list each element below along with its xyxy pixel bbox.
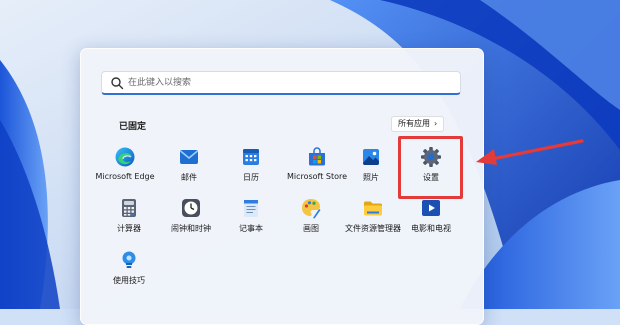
app-tile-mail[interactable]: 邮件 [159, 146, 219, 192]
app-tile-notepad[interactable]: 记事本 [221, 197, 281, 243]
all-apps-label: 所有应用 [398, 119, 430, 128]
app-label: Microsoft Edge [95, 172, 155, 181]
folder-icon [364, 201, 382, 216]
app-label: 画图 [303, 224, 319, 233]
search-box[interactable] [101, 71, 461, 95]
app-tile-photos[interactable]: 照片 [341, 146, 401, 192]
app-tile-file-explorer[interactable]: 文件资源管理器 [337, 197, 409, 243]
movies-icon [422, 200, 440, 216]
mail-icon [179, 150, 199, 164]
search-icon [111, 77, 124, 90]
clock-icon [182, 199, 200, 217]
app-label: 文件资源管理器 [345, 224, 401, 233]
app-tile-edge[interactable]: Microsoft Edge [95, 146, 155, 192]
edge-icon [115, 147, 135, 167]
annotation-arrow-icon [476, 139, 584, 165]
app-label: 使用技巧 [113, 276, 145, 285]
chevron-right-icon: › [434, 119, 438, 128]
calculator-icon [122, 199, 136, 217]
app-tile-clock[interactable]: 闹钟和时钟 [161, 197, 221, 243]
app-label: 日历 [243, 173, 259, 182]
app-label: 记事本 [239, 224, 263, 233]
app-tile-tips[interactable]: 使用技巧 [99, 249, 159, 295]
tips-icon [122, 251, 136, 268]
app-tile-paint[interactable]: 画图 [281, 197, 341, 243]
app-label: 照片 [363, 173, 379, 182]
highlight-box-settings [398, 136, 463, 199]
pinned-section-title: 已固定 [119, 122, 147, 132]
app-label: 闹钟和时钟 [171, 224, 211, 233]
search-input[interactable] [128, 74, 448, 92]
app-tile-calendar[interactable]: 日历 [221, 146, 281, 192]
calendar-icon [243, 149, 259, 165]
app-label: 邮件 [181, 173, 197, 182]
notepad-icon [244, 200, 258, 217]
app-tile-movies[interactable]: 电影和电视 [401, 197, 461, 243]
paint-icon [302, 199, 321, 219]
app-label: 电影和电视 [411, 224, 451, 233]
store-icon [309, 147, 325, 166]
all-apps-button[interactable]: 所有应用 › [391, 116, 445, 132]
app-tile-calculator[interactable]: 计算器 [99, 197, 159, 243]
app-label: 计算器 [117, 224, 141, 233]
photos-icon [363, 149, 379, 165]
